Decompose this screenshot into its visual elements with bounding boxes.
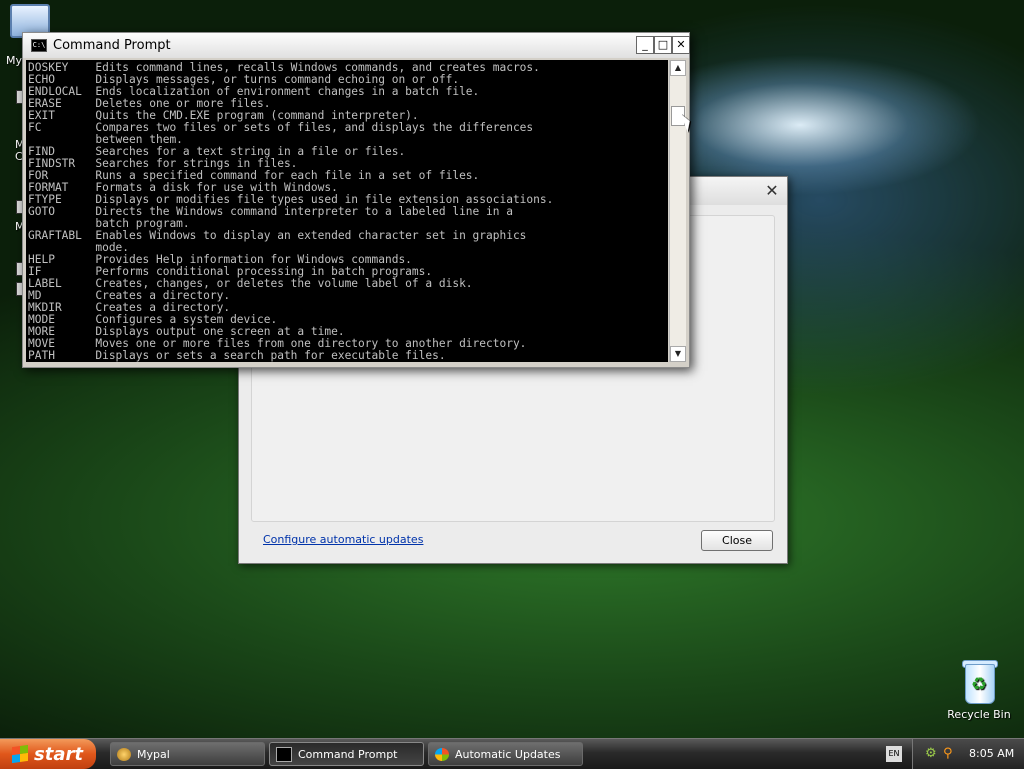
console-text: DOSKEY Edits command lines, recalls Wind… [28, 61, 554, 362]
taskbar-item-label: Automatic Updates [455, 747, 561, 761]
cmd-icon [276, 746, 292, 762]
language-indicator[interactable]: EN [886, 746, 902, 762]
windows-logo-icon [12, 744, 28, 764]
mypal-icon [117, 747, 131, 761]
system-tray: ⚙ ⚲ 8:05 AM [912, 739, 1024, 769]
configure-automatic-updates-link[interactable]: Configure automatic updates [263, 533, 423, 546]
taskbar: start Mypal Command Prompt Automatic Upd… [0, 738, 1024, 769]
start-label: start [34, 743, 83, 765]
command-prompt-titlebar[interactable]: C:\ Command Prompt _ □ ✕ [23, 33, 690, 58]
minimize-icon[interactable]: _ [636, 36, 654, 54]
search-icon[interactable]: ⚲ [943, 746, 953, 761]
scroll-up-icon[interactable]: ▲ [670, 60, 686, 76]
desktop-icon-recycle-bin[interactable]: ♻ Recycle Bin [944, 658, 1014, 721]
cmd-icon[interactable]: C:\ [31, 39, 47, 52]
taskbar-item-automatic-updates[interactable]: Automatic Updates [428, 742, 583, 766]
clock[interactable]: 8:05 AM [969, 747, 1014, 760]
taskbar-item-command-prompt[interactable]: Command Prompt [269, 742, 424, 766]
windows-update-icon [435, 747, 449, 761]
command-prompt-window: C:\ Command Prompt _ □ ✕ DOSKEY Edits co… [22, 32, 690, 368]
scroll-down-icon[interactable]: ▼ [670, 346, 686, 362]
window-title: Command Prompt [53, 38, 171, 53]
start-button[interactable]: start [0, 739, 96, 769]
close-button[interactable]: Close [701, 530, 773, 551]
close-icon[interactable]: ✕ [761, 181, 783, 201]
desktop-icon-label: My [6, 54, 23, 67]
network-icon[interactable]: ⚙ [925, 746, 937, 761]
taskbar-item-mypal[interactable]: Mypal [110, 742, 265, 766]
vertical-scrollbar[interactable]: ▲ ▼ [669, 60, 686, 362]
taskbar-item-label: Mypal [137, 747, 170, 761]
recycle-bin-label: Recycle Bin [947, 708, 1011, 721]
recycle-bin-icon: ♻ [959, 658, 999, 704]
maximize-icon[interactable]: □ [654, 36, 672, 54]
console-output[interactable]: DOSKEY Edits command lines, recalls Wind… [26, 60, 668, 362]
taskbar-item-label: Command Prompt [298, 747, 398, 761]
close-icon[interactable]: ✕ [672, 36, 690, 54]
